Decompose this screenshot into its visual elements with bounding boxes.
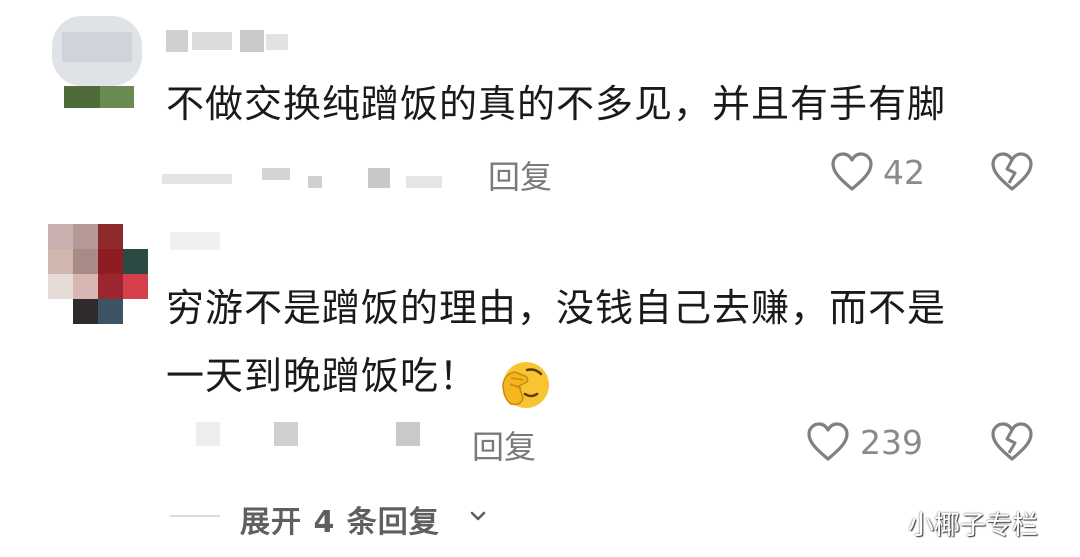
face-palm-emoji [497,358,551,412]
comment-text-line-2-text: 一天到晚蹭饭吃！ [166,354,479,398]
comment-text-line-2: 一天到晚蹭饭吃！ [166,344,551,408]
chevron-down-icon[interactable] [468,506,488,526]
heart-broken-icon[interactable] [990,422,1034,462]
comment-text-line-1: 穷游不是蹭饭的理由，没钱自己去赚，而不是 [166,286,947,330]
expand-replies[interactable]: 展开 4 条回复 [170,494,510,541]
watermark: 小椰子专栏 [908,511,1039,541]
comment-meta-blur [162,164,452,190]
heart-outline-icon[interactable] [806,422,850,462]
comment-1: 不做交换纯蹭饭的真的不多见，并且有手有脚 回复 42 [0,0,1080,210]
avatar[interactable] [44,14,148,118]
comment-text: 不做交换纯蹭饭的真的不多见，并且有手有脚 [166,82,947,126]
comment-meta-blur [196,420,426,450]
comment-2: 穷游不是蹭饭的理由，没钱自己去赚，而不是 一天到晚蹭饭吃！ 回复 239 [0,210,1080,490]
divider [170,515,220,517]
expand-replies-label[interactable]: 展开 4 条回复 [240,497,440,541]
like-count: 239 [860,423,923,462]
reply-button[interactable]: 回复 [488,152,552,198]
username-blur[interactable] [170,228,230,254]
heart-broken-icon[interactable] [990,152,1034,192]
username-blur[interactable] [166,28,296,54]
heart-outline-icon[interactable] [830,152,874,192]
avatar[interactable] [48,224,148,324]
reply-button[interactable]: 回复 [472,422,536,468]
like-count: 42 [883,153,925,192]
